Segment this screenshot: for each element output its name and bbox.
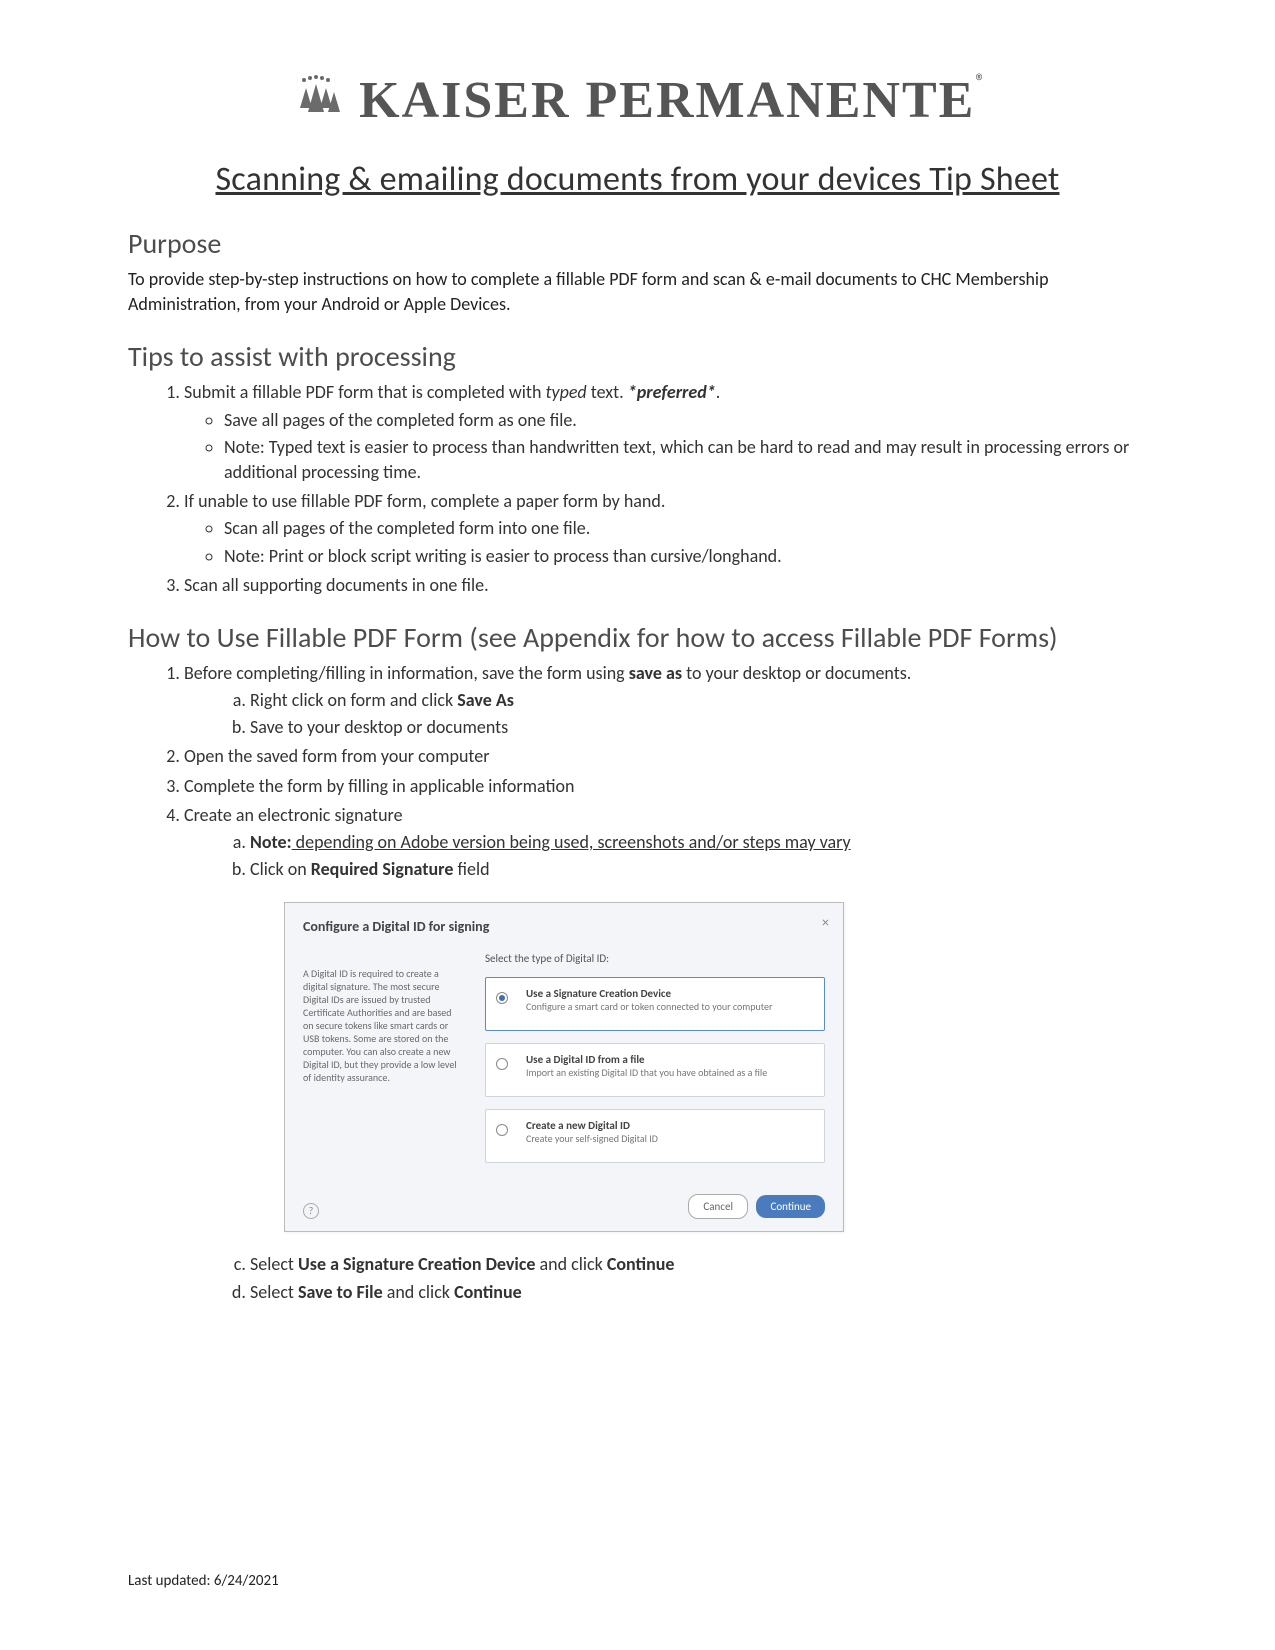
cancel-button[interactable]: Cancel <box>688 1194 748 1219</box>
tips-heading: Tips to assist with processing <box>128 339 1147 374</box>
list-item: Before completing/filling in information… <box>184 661 1147 741</box>
configure-digital-id-dialog: Configure a Digital ID for signing × A D… <box>284 902 844 1232</box>
list-item: Save all pages of the completed form as … <box>224 408 1147 433</box>
purpose-heading: Purpose <box>128 226 1147 261</box>
howto-heading: How to Use Fillable PDF Form (see Append… <box>128 620 1147 655</box>
list-item: Scan all supporting documents in one fil… <box>184 573 1147 598</box>
option-digital-id-from-file[interactable]: Use a Digital ID from a file Import an e… <box>485 1043 825 1097</box>
list-item: Click on Required Signature field <box>250 857 1147 882</box>
dialog-subheading: Select the type of Digital ID: <box>485 951 825 966</box>
list-item: Submit a fillable PDF form that is compl… <box>184 380 1147 485</box>
logo: KAISER PERMANENTE® <box>128 70 1147 131</box>
document-title: Scanning & emailing documents from your … <box>128 159 1147 200</box>
list-item: Select Use a Signature Creation Device a… <box>250 1252 1147 1277</box>
kp-starburst-icon <box>290 70 346 131</box>
list-item: If unable to use fillable PDF form, comp… <box>184 489 1147 569</box>
option-signature-creation-device[interactable]: Use a Signature Creation Device Configur… <box>485 977 825 1031</box>
list-item: Right click on form and click Save As <box>250 688 1147 713</box>
radio-icon <box>496 992 508 1004</box>
dialog-title: Configure a Digital ID for signing <box>303 917 825 937</box>
close-icon[interactable]: × <box>822 913 829 933</box>
list-item: Scan all pages of the completed form int… <box>224 516 1147 541</box>
continue-button[interactable]: Continue <box>756 1195 825 1218</box>
option-create-new-digital-id[interactable]: Create a new Digital ID Create your self… <box>485 1109 825 1163</box>
list-item: Save to your desktop or documents <box>250 715 1147 740</box>
radio-icon <box>496 1124 508 1136</box>
tips-list: Submit a fillable PDF form that is compl… <box>128 380 1147 598</box>
registered-icon: ® <box>975 70 985 94</box>
list-item: Note: Print or block script writing is e… <box>224 544 1147 569</box>
purpose-body: To provide step-by-step instructions on … <box>128 267 1147 317</box>
list-item: Note: depending on Adobe version being u… <box>250 830 1147 855</box>
help-icon[interactable]: ? <box>303 1203 319 1219</box>
last-updated: Last updated: 6/24/2021 <box>128 1572 279 1590</box>
howto-list: Before completing/filling in information… <box>128 661 1147 1305</box>
list-item: Note: Typed text is easier to process th… <box>224 435 1147 485</box>
list-item: Complete the form by filling in applicab… <box>184 774 1147 799</box>
logo-text: KAISER PERMANENTE <box>359 72 975 129</box>
radio-icon <box>496 1058 508 1070</box>
list-item: Select Save to File and click Continue <box>250 1280 1147 1305</box>
list-item: Create an electronic signature Note: dep… <box>184 803 1147 1305</box>
dialog-help-text: A Digital ID is required to create a dig… <box>303 967 458 1084</box>
list-item: Open the saved form from your computer <box>184 744 1147 769</box>
